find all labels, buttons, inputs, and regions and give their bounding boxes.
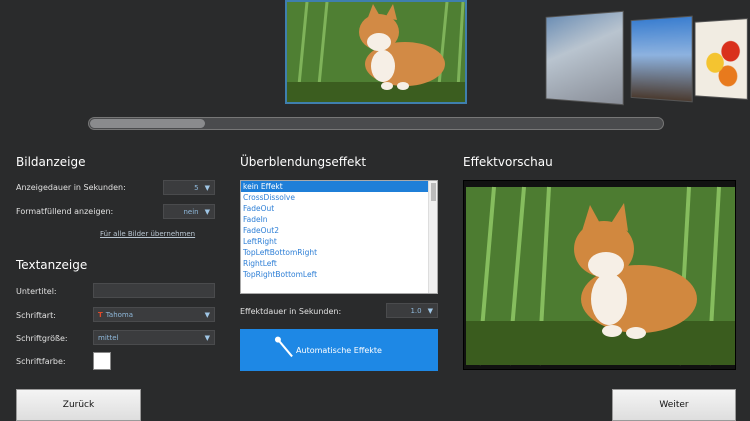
scrollbar-thumb[interactable]	[431, 183, 436, 201]
font-value: Tahoma	[105, 310, 134, 319]
chevron-down-icon: ▼	[204, 183, 210, 192]
effect-list-item[interactable]: TopRightBottomLeft	[241, 269, 429, 280]
fruits-photo-icon[interactable]	[694, 18, 748, 100]
display-duration-value: 5	[194, 183, 199, 192]
building-photo-icon[interactable]	[545, 10, 624, 106]
effect-preview	[463, 180, 736, 370]
automatic-effects-label: Automatische Effekte	[296, 345, 382, 355]
effect-list-item[interactable]: RightLeft	[241, 258, 429, 269]
effect-duration-label: Effektdauer in Sekunden:	[240, 307, 342, 316]
progress-fill	[90, 119, 205, 128]
effect-list[interactable]: kein Effekt CrossDissolve FadeOut FadeIn Fad…	[240, 180, 438, 294]
slideshow-progress-bar[interactable]	[88, 117, 664, 130]
fill-display-value: nein	[183, 207, 199, 216]
cat-photo-icon	[287, 2, 465, 102]
text-display-heading: Textanzeige	[16, 258, 88, 272]
effect-list-item[interactable]: FadeOut2	[241, 225, 429, 236]
apply-to-all-link[interactable]: Für alle Bilder übernehmen	[100, 230, 195, 238]
font-color-swatch[interactable]	[93, 352, 111, 370]
effect-list-item[interactable]: TopLeftBottomRight	[241, 247, 429, 258]
effect-list-item[interactable]: FadeIn	[241, 214, 429, 225]
fill-display-label: Formatfüllend anzeigen:	[16, 207, 114, 216]
font-color-label: Schriftfarbe:	[16, 357, 66, 366]
next-button[interactable]: Weiter	[612, 389, 736, 421]
effect-list-scrollbar[interactable]	[428, 181, 437, 293]
subtitle-input[interactable]	[93, 283, 215, 298]
subtitle-label: Untertitel:	[16, 287, 57, 296]
cat-photo-icon	[464, 181, 735, 369]
display-duration-select[interactable]: 5 ▼	[163, 180, 215, 195]
effect-duration-select[interactable]: 1.0 ▼	[386, 303, 438, 318]
effect-list-item[interactable]: kein Effekt	[241, 181, 429, 192]
chevron-down-icon: ▼	[427, 306, 433, 315]
font-size-value: mittel	[98, 333, 119, 342]
effect-list-item[interactable]: LeftRight	[241, 236, 429, 247]
font-label: Schriftart:	[16, 311, 56, 320]
font-select[interactable]: T Tahoma ▼	[93, 307, 215, 322]
chevron-down-icon: ▼	[204, 207, 210, 216]
chevron-down-icon: ▼	[204, 333, 210, 342]
city-photo-icon[interactable]	[630, 15, 693, 103]
preview-heading: Effektvorschau	[463, 155, 553, 169]
effect-duration-value: 1.0	[410, 306, 422, 315]
effect-list-item[interactable]: CrossDissolve	[241, 192, 429, 203]
chevron-down-icon: ▼	[204, 310, 210, 319]
transition-heading: Überblendungseffekt	[240, 155, 367, 169]
font-size-label: Schriftgröße:	[16, 334, 68, 343]
image-display-heading: Bildanzeige	[16, 155, 86, 169]
font-type-icon: T	[98, 310, 103, 319]
automatic-effects-button[interactable]: Automatische Effekte	[240, 329, 438, 371]
magic-wand-icon	[277, 338, 293, 358]
current-slide-image[interactable]	[285, 0, 467, 104]
effect-list-item[interactable]: FadeOut	[241, 203, 429, 214]
font-size-select[interactable]: mittel ▼	[93, 330, 215, 345]
fill-display-select[interactable]: nein ▼	[163, 204, 215, 219]
display-duration-label: Anzeigedauer in Sekunden:	[16, 183, 126, 192]
back-button[interactable]: Zurück	[16, 389, 141, 421]
